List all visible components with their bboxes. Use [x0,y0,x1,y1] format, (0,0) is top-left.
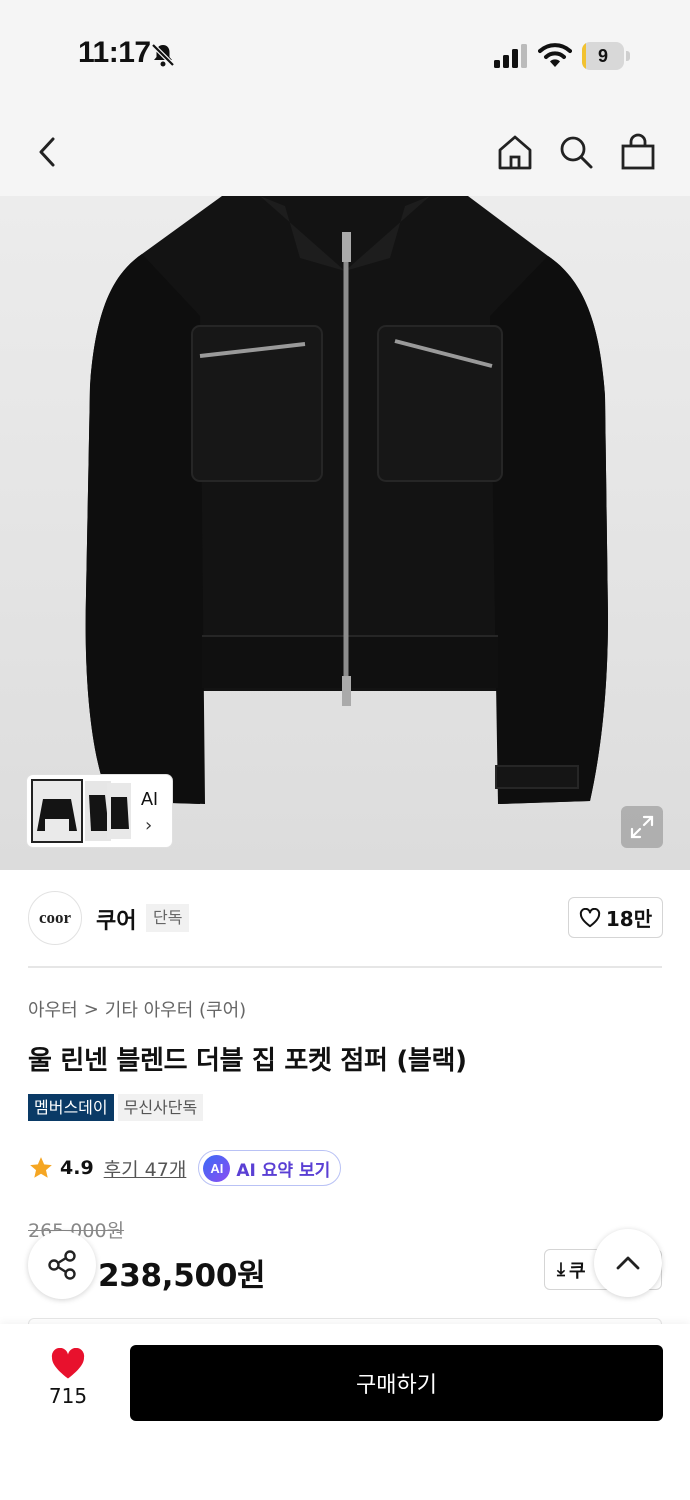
rating-value: 4.9 [60,1157,94,1179]
breadcrumb: 아우터 > 기타 아우터 (쿠어) [28,996,246,1022]
chevron-right-icon: > [83,998,99,1020]
brand-like-button[interactable]: 18만 [568,897,663,938]
chevron-up-icon [616,1256,640,1270]
chevron-right-icon: › [145,815,153,836]
star-icon [30,1157,52,1178]
heart-icon [51,1348,85,1379]
brand-logo[interactable]: coor [28,891,82,945]
thumbnail-image [31,779,83,843]
battery-level: 9 [597,46,608,66]
jacket-illustration [85,196,608,804]
search-icon[interactable] [554,130,598,174]
coupon-label: 쿠 [568,1260,586,1282]
heart-outline-icon [579,907,601,927]
shopping-bag-icon[interactable] [616,130,660,174]
brand-like-count: 18만 [605,907,653,931]
sale-price: 238,500원 [98,1258,266,1294]
home-icon[interactable] [493,130,537,174]
brand-exclusive-badge: 단독 [146,904,190,932]
product-title: 울 린넨 블렌드 더블 집 포켓 점퍼 (블랙) [28,1046,467,1076]
nav-bar [0,108,690,196]
breadcrumb-child[interactable]: 기타 아우터 (쿠어) [105,996,246,1022]
bell-off-icon [151,43,175,67]
musinsa-exclusive-tag: 무신사단독 [117,1094,204,1121]
members-day-tag: 멤버스데이 [28,1094,114,1121]
thumbnail-image [107,783,131,839]
ai-summary-label: AI 요약 보기 [236,1160,331,1181]
share-button[interactable] [28,1231,96,1299]
ai-icon: AI [203,1154,231,1182]
download-icon: ⤓ [557,1259,565,1280]
product-image[interactable]: AI › [0,196,690,870]
buy-button[interactable]: 구매하기 [130,1345,663,1421]
expand-icon[interactable] [621,806,663,848]
breadcrumb-parent[interactable]: 아우터 [28,996,78,1022]
back-icon[interactable] [26,130,70,174]
signal-icon [494,44,527,68]
wifi-icon [538,43,572,67]
ai-thumbnail-button[interactable]: AI › [27,775,172,847]
status-bar: 11:17 9 [0,0,690,108]
share-icon [48,1250,76,1280]
ai-summary-button[interactable]: AI AI 요약 보기 [198,1150,342,1186]
status-time: 11:17 [78,36,151,69]
review-link[interactable]: 후기 47개 [104,1155,187,1182]
ai-label: AI [141,789,159,809]
product-tags: 멤버스데이 무신사단독 [28,1094,204,1121]
rating-row: 4.9 후기 47개 AI AI 요약 보기 [28,1150,342,1186]
wishlist-count: 715 [48,1384,88,1408]
wishlist-button[interactable]: 715 [38,1348,98,1418]
divider [28,966,662,968]
scroll-top-button[interactable] [594,1229,662,1297]
battery-icon: 9 [582,42,630,70]
brand-name[interactable]: 쿠어 [96,903,136,935]
